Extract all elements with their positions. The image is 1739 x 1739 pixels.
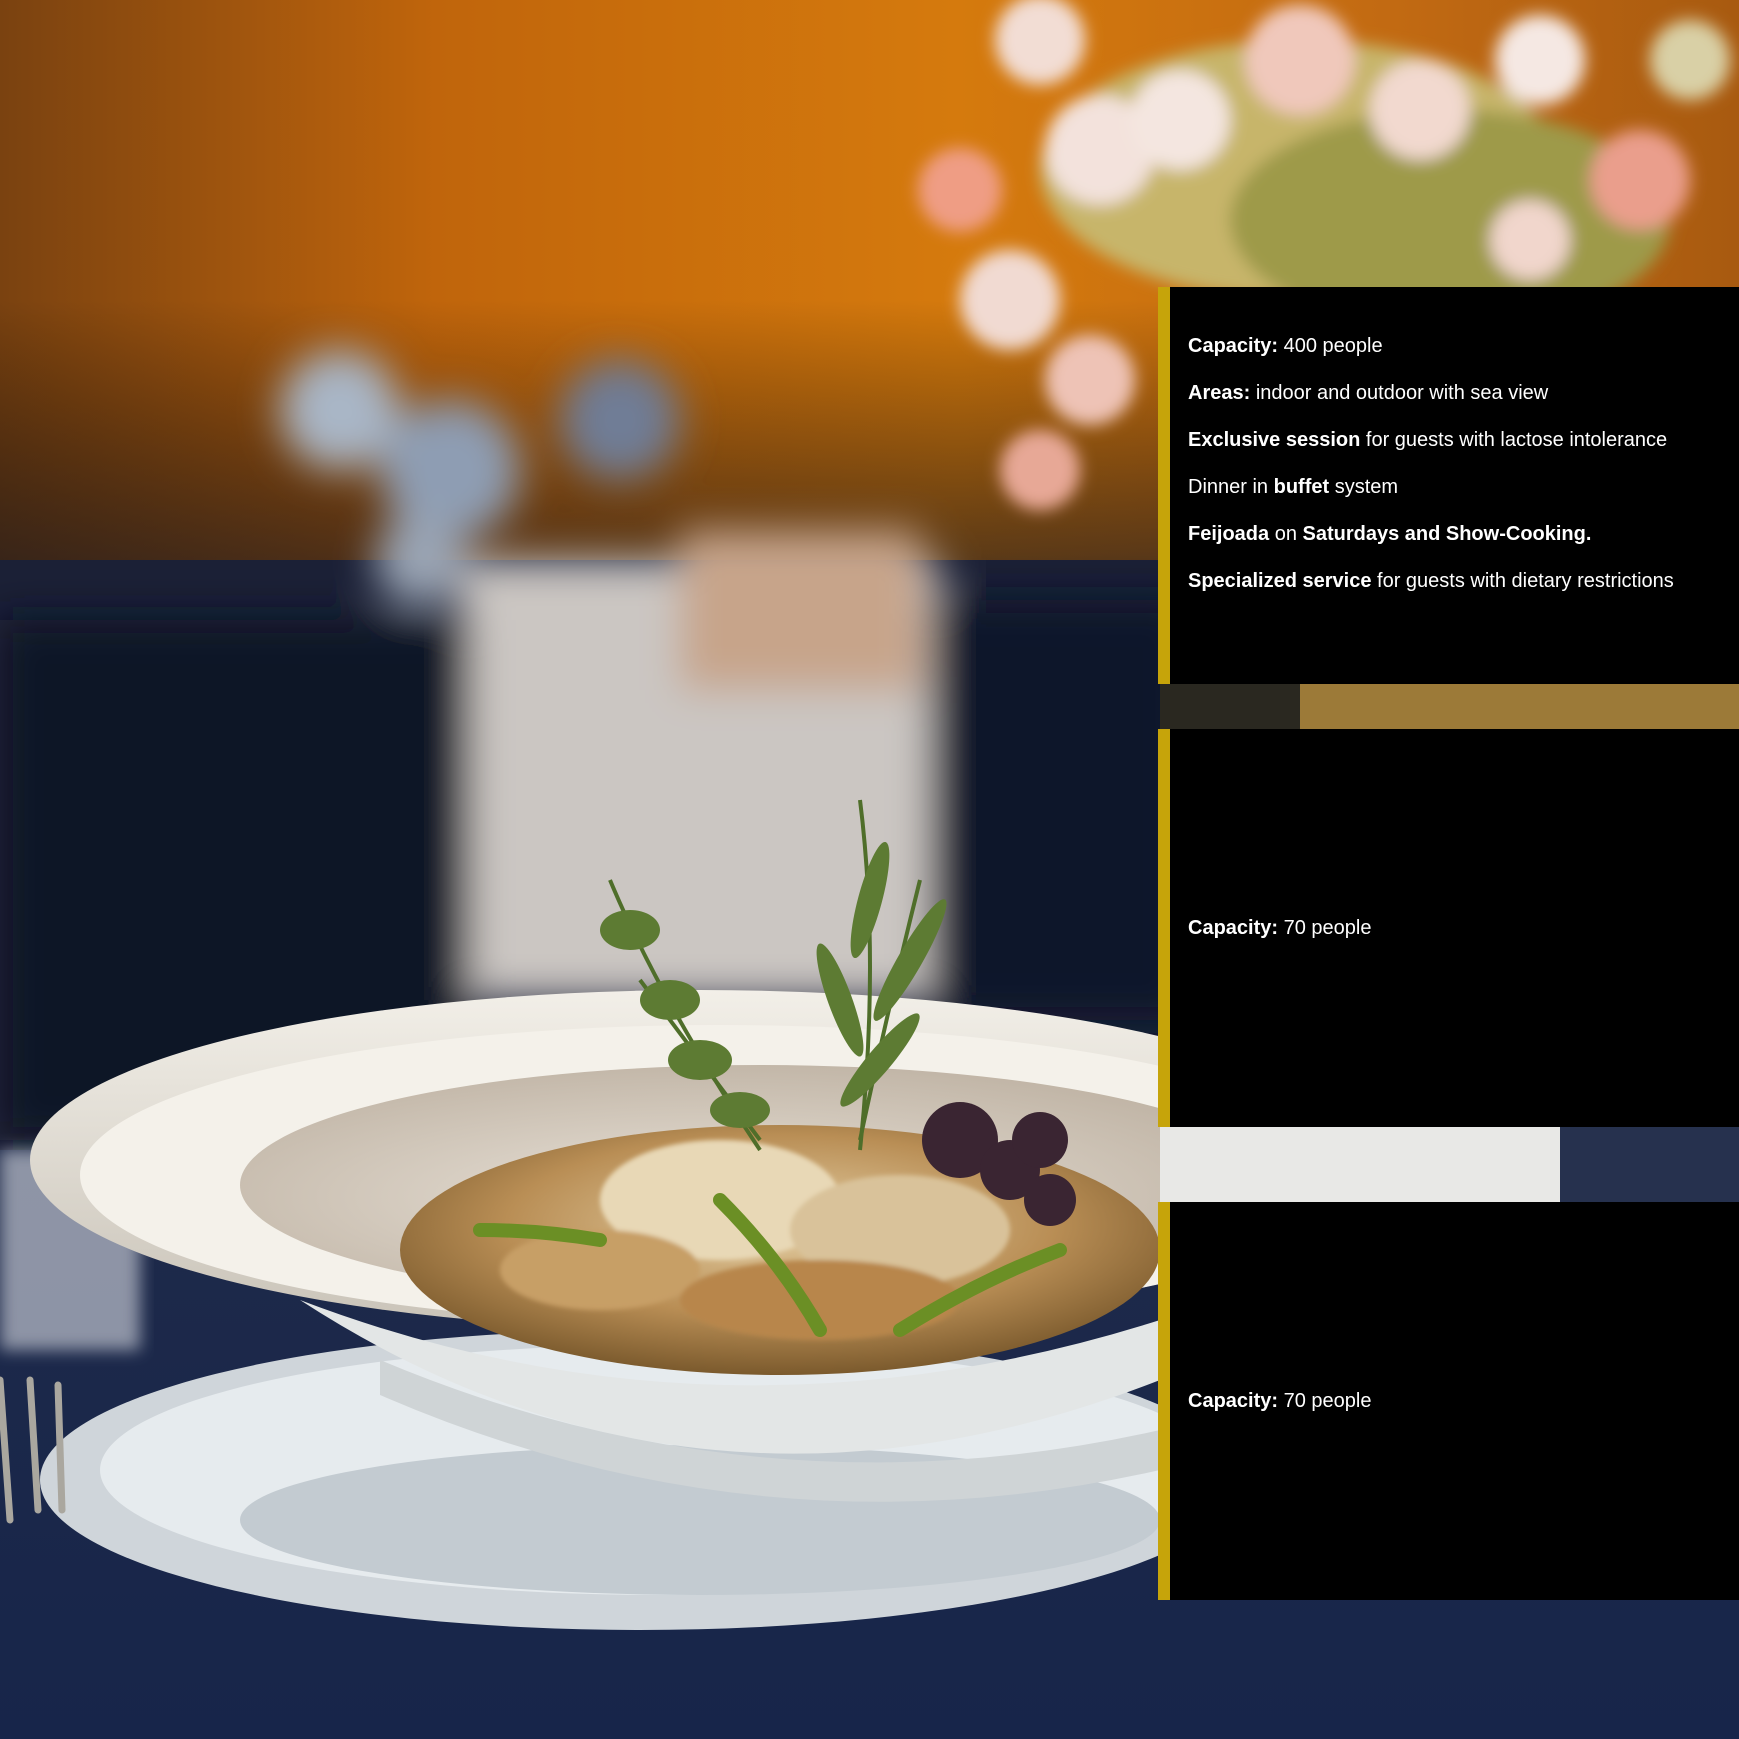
exclusive-session-line: Exclusive session for guests with lactos… <box>1188 429 1668 451</box>
specialized-service-line: Specialized service for guests with diet… <box>1188 570 1674 592</box>
feijoada-line: Feijoada on Saturdays and Show-Cooking. <box>1188 523 1592 545</box>
dinner-line: Dinner in buffet system <box>1188 476 1399 498</box>
capacity-line: Capacity: 70 people <box>1188 916 1372 939</box>
areas-line: Areas: indoor and outdoor with sea view <box>1188 382 1549 404</box>
info-panel-third: Capacity: 70 people <box>1158 1202 1739 1600</box>
capacity-line: Capacity: 70 people <box>1188 1389 1372 1412</box>
capacity-line: Capacity: 400 people <box>1188 335 1383 357</box>
info-panel-main: Capacity: 400 people Areas: indoor and o… <box>1158 287 1739 684</box>
info-panel-second: Capacity: 70 people <box>1158 729 1739 1127</box>
